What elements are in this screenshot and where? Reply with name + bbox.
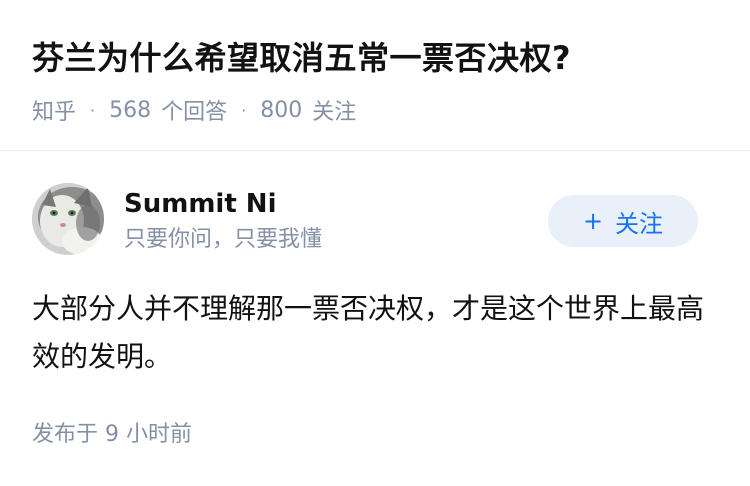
meta-separator: · <box>90 100 96 120</box>
post-time: 发布于 9 小时前 <box>32 420 192 450</box>
author-bio: 只要你问，只要我懂 <box>124 227 323 252</box>
cat-avatar-icon <box>32 183 104 255</box>
answer-count-label: 个回答 <box>161 100 228 125</box>
published-label: 发布于 <box>32 422 99 447</box>
follower-count: 800 <box>260 97 303 123</box>
answer-count: 568 <box>109 97 152 123</box>
plus-icon: + <box>582 207 604 235</box>
source-label[interactable]: 知乎 <box>32 94 76 126</box>
meta-separator: · <box>241 100 247 120</box>
published-time: 9 小时前 <box>105 422 193 447</box>
answer-content[interactable]: 大部分人并不理解那一票否决权，才是这个世界上最高效的发明。 <box>32 285 718 381</box>
divider <box>0 150 750 151</box>
follow-button[interactable]: + 关注 <box>548 195 698 247</box>
question-header: 芬兰为什么希望取消五常一票否决权? 知乎 · 568 个回答 · 800 关注 <box>0 0 750 151</box>
avatar[interactable] <box>32 183 104 255</box>
follower-count-label: 关注 <box>312 100 357 125</box>
question-meta: 知乎 · 568 个回答 · 800 关注 <box>32 94 356 126</box>
author-info: Summit Ni 只要你问，只要我懂 + 关注 <box>32 183 718 263</box>
question-title[interactable]: 芬兰为什么希望取消五常一票否决权? <box>32 36 571 80</box>
author-name[interactable]: Summit Ni <box>124 187 276 221</box>
follow-button-label: 关注 <box>615 209 664 238</box>
